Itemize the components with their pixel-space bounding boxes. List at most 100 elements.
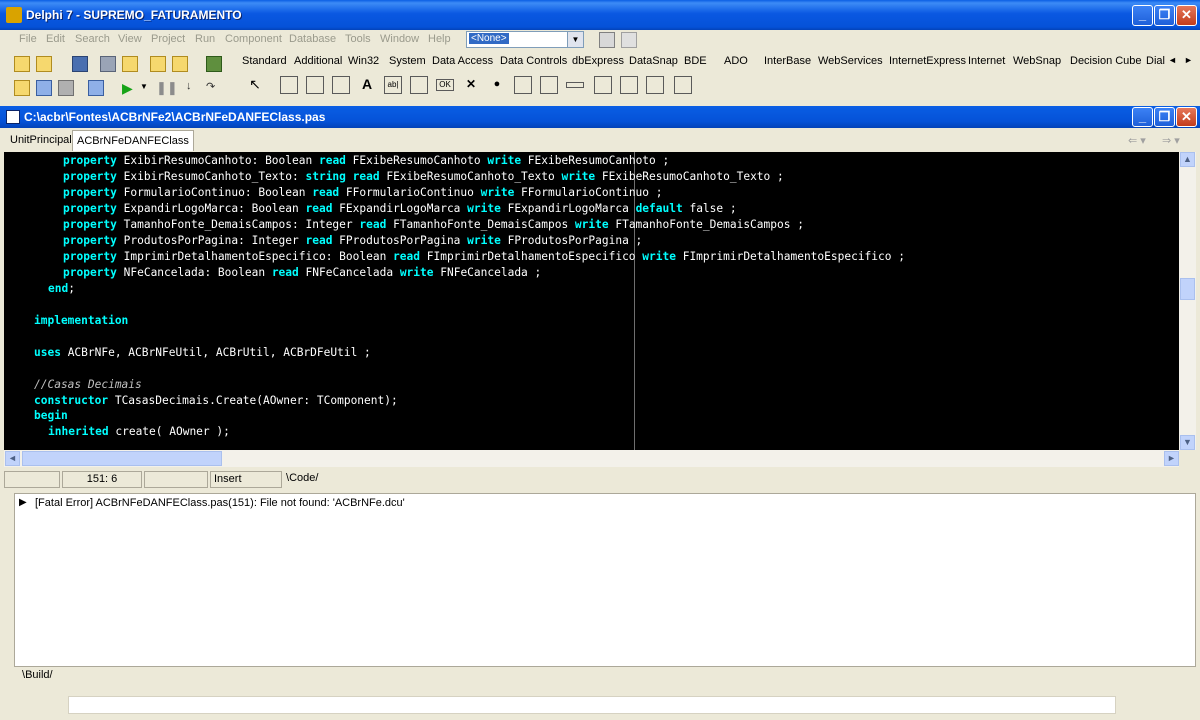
modified-status (144, 471, 208, 488)
listbox-icon[interactable] (514, 76, 532, 94)
menu-help[interactable]: Help (428, 33, 451, 45)
main-menu-icon[interactable] (306, 76, 324, 94)
editor-maximize-button[interactable]: ❐ (1154, 107, 1175, 127)
view-unit-icon[interactable] (14, 80, 30, 96)
label-icon[interactable]: A (358, 76, 376, 94)
pointer-icon[interactable]: ↖ (246, 76, 264, 94)
run-icon[interactable]: ▶ (122, 80, 138, 96)
editor-minimize-button[interactable]: _ (1132, 107, 1153, 127)
code-line: end; (48, 282, 75, 295)
palette-tab-data-controls[interactable]: Data Controls (500, 55, 567, 67)
editor-vertical-scrollbar[interactable]: ▲ ▼ (1179, 152, 1196, 450)
desktop-layout-combo[interactable]: <None> ▼ (466, 31, 584, 48)
back-arrow-icon[interactable]: ⇐ ▾ (1128, 134, 1146, 147)
menu-tools[interactable]: Tools (345, 33, 371, 45)
menu-view[interactable]: View (118, 33, 142, 45)
palette-scroll-left-icon[interactable]: ◄ (1168, 55, 1177, 65)
checkbox-icon[interactable]: ✕ (462, 76, 480, 94)
add-file-icon[interactable] (150, 56, 166, 72)
palette-tab-webservices[interactable]: WebServices (818, 55, 883, 67)
new-items-icon[interactable] (14, 56, 30, 72)
tab-acbrnfedanfeclass[interactable]: ACBrNFeDANFEClass (72, 130, 194, 151)
step-over-icon[interactable]: ↷ (206, 80, 222, 96)
tab-unitprincipal[interactable]: UnitPrincipal (10, 134, 72, 146)
code-line: //Casas Decimais (34, 378, 142, 391)
horizontal-scroll-thumb[interactable] (22, 451, 222, 466)
scroll-right-icon[interactable]: ► (1164, 451, 1179, 466)
delphi-app-icon (6, 7, 22, 23)
help-contents-icon[interactable] (206, 56, 222, 72)
menu-run[interactable]: Run (195, 33, 215, 45)
palette-tab-bde[interactable]: BDE (684, 55, 707, 67)
palette-tab-internet[interactable]: Internet (968, 55, 1005, 67)
scroll-up-icon[interactable]: ▲ (1180, 152, 1195, 167)
palette-tab-websnap[interactable]: WebSnap (1013, 55, 1061, 67)
run-dropdown-icon[interactable]: ▼ (140, 82, 156, 98)
editor-close-button[interactable]: ✕ (1176, 107, 1197, 127)
code-line: property NFeCancelada: Boolean read FNFe… (63, 266, 542, 279)
palette-tab-datasnap[interactable]: DataSnap (629, 55, 678, 67)
palette-tab-internetexpress[interactable]: InternetExpress (889, 55, 966, 67)
palette-tab-interbase[interactable]: InterBase (764, 55, 811, 67)
palette-tab-dialogs[interactable]: Dial (1146, 55, 1165, 67)
menu-database[interactable]: Database (289, 33, 336, 45)
editor-status-bar: 151: 6 Insert \Code/ (4, 469, 1196, 489)
actionlist-icon[interactable] (674, 76, 692, 94)
scrollbar-icon[interactable] (566, 82, 584, 88)
set-debug-desktop-icon[interactable] (621, 32, 637, 48)
palette-tab-standard[interactable]: Standard (242, 55, 287, 67)
tab-build[interactable]: \Build/ (22, 669, 53, 681)
button-icon[interactable]: OK (436, 79, 454, 91)
palette-tab-data-access[interactable]: Data Access (432, 55, 493, 67)
scroll-down-icon[interactable]: ▼ (1180, 435, 1195, 450)
radiogroup-icon[interactable] (620, 76, 638, 94)
save-all-icon[interactable] (100, 56, 116, 72)
menu-edit[interactable]: Edit (46, 33, 65, 45)
combobox-icon[interactable] (540, 76, 558, 94)
code-line: inherited create( AOwner ); (48, 425, 230, 438)
menu-component[interactable]: Component (225, 33, 282, 45)
save-icon[interactable] (72, 56, 88, 72)
menu-file[interactable]: File (19, 33, 37, 45)
forward-arrow-icon[interactable]: ⇒ ▾ (1162, 134, 1180, 147)
minimize-button[interactable]: _ (1132, 5, 1153, 26)
maximize-button[interactable]: ❐ (1154, 5, 1175, 26)
palette-tab-ado[interactable]: ADO (724, 55, 748, 67)
view-form-icon[interactable] (36, 80, 52, 96)
code-editor[interactable]: property ExibirResumoCanhoto: Boolean re… (4, 152, 1179, 450)
menu-window[interactable]: Window (380, 33, 419, 45)
menu-search[interactable]: Search (75, 33, 110, 45)
cursor-position: 151: 6 (62, 471, 142, 488)
error-message[interactable]: [Fatal Error] ACBrNFeDANFEClass.pas(151)… (35, 497, 405, 509)
panel-icon[interactable] (646, 76, 664, 94)
new-form-icon[interactable] (88, 80, 104, 96)
toggle-form-unit-icon[interactable] (58, 80, 74, 96)
palette-scroll-right-icon[interactable]: ► (1184, 55, 1193, 65)
menu-project[interactable]: Project (151, 33, 185, 45)
frames-icon[interactable] (280, 76, 298, 94)
open-icon[interactable] (36, 56, 52, 72)
palette-tab-system[interactable]: System (389, 55, 426, 67)
tab-code[interactable]: \Code/ (286, 472, 318, 484)
remove-file-icon[interactable] (172, 56, 188, 72)
close-button[interactable]: ✕ (1176, 5, 1197, 26)
save-desktop-icon[interactable] (599, 32, 615, 48)
palette-tab-win32[interactable]: Win32 (348, 55, 379, 67)
editor-horizontal-scrollbar[interactable]: ◄ ► (4, 450, 1179, 467)
messages-pane[interactable]: ▶ [Fatal Error] ACBrNFeDANFEClass.pas(15… (14, 493, 1196, 667)
edit-icon[interactable]: ab| (384, 76, 402, 94)
chevron-down-icon[interactable]: ▼ (567, 32, 583, 47)
palette-tab-decision-cube[interactable]: Decision Cube (1070, 55, 1142, 67)
open-project-icon[interactable] (122, 56, 138, 72)
popup-menu-icon[interactable] (332, 76, 350, 94)
vertical-scroll-thumb[interactable] (1180, 278, 1195, 300)
memo-icon[interactable] (410, 76, 428, 94)
radio-button-icon[interactable]: ● (488, 76, 506, 94)
scroll-left-icon[interactable]: ◄ (5, 451, 20, 466)
pause-icon[interactable]: ❚❚ (156, 80, 178, 96)
groupbox-icon[interactable] (594, 76, 612, 94)
unit-file-icon (6, 110, 20, 124)
trace-into-icon[interactable]: ↓ (186, 80, 202, 96)
palette-tab-dbexpress[interactable]: dbExpress (572, 55, 624, 67)
palette-tab-additional[interactable]: Additional (294, 55, 342, 67)
